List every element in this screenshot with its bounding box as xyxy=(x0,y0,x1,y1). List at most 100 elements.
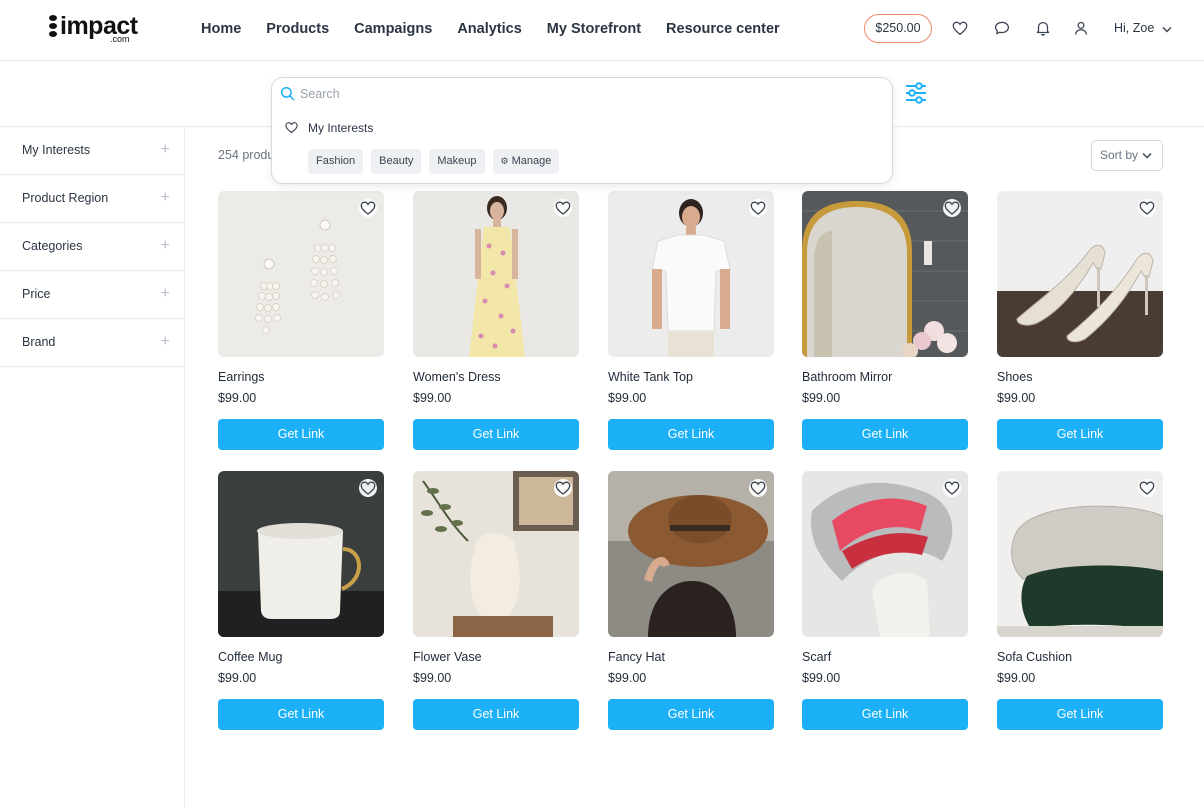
product-price: $99.00 xyxy=(608,671,647,685)
product-name: Shoes xyxy=(997,370,1033,384)
user-menu[interactable]: Hi, Zoe xyxy=(1114,21,1172,36)
get-link-button[interactable]: Get Link xyxy=(218,419,384,450)
product-image-scarf[interactable] xyxy=(802,471,968,637)
chip-manage-label: Manage xyxy=(511,155,552,167)
chevron-down-icon xyxy=(1142,141,1152,170)
nav-home[interactable]: Home xyxy=(201,20,241,38)
heart-icon[interactable] xyxy=(359,479,377,497)
product-image-flower-vase[interactable] xyxy=(413,471,579,637)
heart-icon[interactable] xyxy=(1138,479,1156,497)
product-name: Women's Dress xyxy=(413,370,501,384)
product-price: $99.00 xyxy=(997,391,1036,405)
plus-icon[interactable]: + xyxy=(161,141,170,159)
sidebar-item-product-region[interactable]: Product Region + xyxy=(0,175,184,223)
gear-icon: ⚙ xyxy=(500,156,509,166)
plus-icon[interactable]: + xyxy=(161,333,170,351)
nav-products[interactable]: Products xyxy=(266,20,329,38)
nav-analytics[interactable]: Analytics xyxy=(457,20,521,38)
product-image-sofa-cushion[interactable] xyxy=(997,471,1163,637)
heart-icon[interactable] xyxy=(749,479,767,497)
product-name: Bathroom Mirror xyxy=(802,370,893,384)
search-input[interactable] xyxy=(300,84,860,104)
get-link-button[interactable]: Get Link xyxy=(802,699,968,730)
sidebar-item-brand[interactable]: Brand + xyxy=(0,319,184,367)
product-image-bathroom-mirror[interactable] xyxy=(802,191,968,357)
chip-fashion[interactable]: Fashion xyxy=(308,149,364,174)
nav-my-storefront[interactable]: My Storefront xyxy=(547,20,641,38)
sidebar-item-label: Price xyxy=(22,287,51,301)
search-icon xyxy=(280,86,295,106)
heart-icon[interactable] xyxy=(943,199,961,217)
balance-badge[interactable]: $250.00 xyxy=(864,14,932,43)
main-nav: Home Products Campaigns Analytics My Sto… xyxy=(201,20,805,38)
heart-icon[interactable] xyxy=(749,199,767,217)
heart-icon[interactable] xyxy=(554,199,572,217)
sidebar-item-label: Categories xyxy=(22,239,83,253)
product-name: Flower Vase xyxy=(413,650,482,664)
impact-logo[interactable]: impact .com xyxy=(48,12,138,46)
filter-sliders-icon[interactable] xyxy=(904,82,928,104)
sidebar-item-label: My Interests xyxy=(22,143,91,157)
plus-icon[interactable]: + xyxy=(161,237,170,255)
product-price: $99.00 xyxy=(413,391,452,405)
product-price: $99.00 xyxy=(608,391,647,405)
product-price: $99.00 xyxy=(802,391,841,405)
sidebar-item-label: Brand xyxy=(22,335,56,349)
user-greeting: Hi, Zoe xyxy=(1114,21,1155,35)
chevron-down-icon xyxy=(1162,22,1172,36)
user-profile-icon[interactable] xyxy=(1072,19,1090,37)
my-interests-label: My Interests xyxy=(308,121,374,135)
top-header: impact .com Home Products Campaigns Anal… xyxy=(0,0,1204,61)
get-link-button[interactable]: Get Link xyxy=(802,419,968,450)
product-image-white-tank-top[interactable] xyxy=(608,191,774,357)
get-link-button[interactable]: Get Link xyxy=(997,419,1163,450)
product-price: $99.00 xyxy=(802,671,841,685)
heart-icon[interactable] xyxy=(554,479,572,497)
filters-sidebar: My Interests + Product Region + Categori… xyxy=(0,127,185,808)
get-link-button[interactable]: Get Link xyxy=(608,699,774,730)
heart-icon[interactable] xyxy=(1138,199,1156,217)
product-image-fancy-hat[interactable] xyxy=(608,471,774,637)
product-price: $99.00 xyxy=(997,671,1036,685)
product-image-shoes[interactable] xyxy=(997,191,1163,357)
sort-label: Sort by xyxy=(1100,148,1139,162)
product-image-womens-dress[interactable] xyxy=(413,191,579,357)
interest-chips: Fashion Beauty Makeup ⚙ Manage xyxy=(308,149,560,174)
heart-icon[interactable] xyxy=(943,479,961,497)
heart-icon xyxy=(284,120,299,140)
sidebar-item-price[interactable]: Price + xyxy=(0,271,184,319)
notifications-bell-icon[interactable] xyxy=(1034,19,1052,37)
get-link-button[interactable]: Get Link xyxy=(218,699,384,730)
nav-campaigns[interactable]: Campaigns xyxy=(354,20,432,38)
product-price: $99.00 xyxy=(413,671,452,685)
nav-resource-center[interactable]: Resource center xyxy=(666,20,780,38)
get-link-button[interactable]: Get Link xyxy=(608,419,774,450)
chip-manage[interactable]: ⚙ Manage xyxy=(492,149,560,174)
product-name: Sofa Cushion xyxy=(997,650,1073,664)
messages-icon[interactable] xyxy=(993,19,1011,37)
plus-icon[interactable]: + xyxy=(161,189,170,207)
heart-icon[interactable] xyxy=(359,199,377,217)
sidebar-item-categories[interactable]: Categories + xyxy=(0,223,184,271)
get-link-button[interactable]: Get Link xyxy=(413,419,579,450)
get-link-button[interactable]: Get Link xyxy=(413,699,579,730)
product-name: Scarf xyxy=(802,650,832,664)
get-link-button[interactable]: Get Link xyxy=(997,699,1163,730)
favorites-heart-icon[interactable] xyxy=(951,19,969,37)
logo-subtext: .com xyxy=(110,34,130,44)
sort-by-dropdown[interactable]: Sort by xyxy=(1091,140,1163,171)
product-name: Fancy Hat xyxy=(608,650,665,664)
product-image-earrings[interactable] xyxy=(218,191,384,357)
product-price: $99.00 xyxy=(218,391,257,405)
chip-makeup[interactable]: Makeup xyxy=(429,149,485,174)
search-dropdown: My Interests Fashion Beauty Makeup ⚙Mana… xyxy=(271,77,893,184)
chip-beauty[interactable]: Beauty xyxy=(371,149,422,174)
product-image-coffee-mug[interactable] xyxy=(218,471,384,637)
sidebar-item-label: Product Region xyxy=(22,191,109,205)
plus-icon[interactable]: + xyxy=(161,285,170,303)
product-name: White Tank Top xyxy=(608,370,694,384)
product-price: $99.00 xyxy=(218,671,257,685)
sidebar-item-my-interests[interactable]: My Interests + xyxy=(0,127,184,175)
logo-mark-icon xyxy=(48,15,58,37)
product-name: Earrings xyxy=(218,370,265,384)
